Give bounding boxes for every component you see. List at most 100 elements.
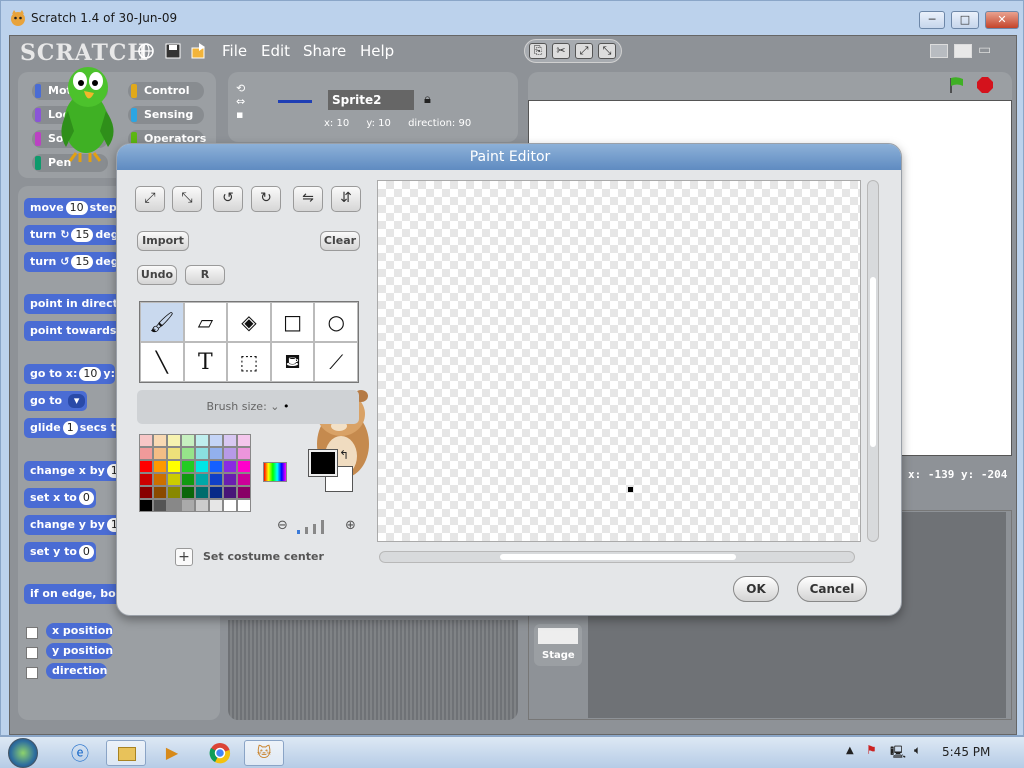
vertical-scrollbar[interactable] <box>867 180 879 542</box>
category-control[interactable]: Control <box>128 82 204 100</box>
menu-help[interactable]: Help <box>360 42 394 60</box>
stage-thumbnail[interactable]: Stage <box>534 624 582 666</box>
block-set-x[interactable]: set x to 0 <box>24 488 96 508</box>
color-swatch[interactable] <box>209 473 223 486</box>
x-position-checkbox[interactable] <box>26 627 38 639</box>
ok-button[interactable]: OK <box>733 576 779 602</box>
shrink-icon[interactable]: ⤡ <box>598 43 616 59</box>
rotate-cw-icon[interactable]: ↻ <box>251 186 281 212</box>
color-palette[interactable] <box>139 434 257 536</box>
color-swatch[interactable] <box>223 486 237 499</box>
color-swatch[interactable] <box>237 486 251 499</box>
target-dropdown[interactable]: ▾ <box>67 394 86 408</box>
color-swatch[interactable] <box>167 460 181 473</box>
menu-file[interactable]: File <box>222 42 247 60</box>
color-swatch[interactable] <box>181 486 195 499</box>
color-swatch[interactable] <box>223 460 237 473</box>
scratch-taskbar-icon[interactable]: 🐱︎ <box>244 740 284 766</box>
color-swatch[interactable] <box>153 473 167 486</box>
close-button[interactable]: ✕ <box>985 11 1019 29</box>
block-move[interactable]: move 10 steps <box>24 198 124 218</box>
minimize-button[interactable]: ─ <box>919 11 945 29</box>
color-swatch[interactable] <box>223 499 237 512</box>
color-swatch[interactable] <box>181 499 195 512</box>
cut-icon[interactable]: ✂ <box>552 43 570 59</box>
block-point-direction[interactable]: point in directio <box>24 294 130 314</box>
paintbrush-icon[interactable]: 🖌︎ <box>140 302 184 342</box>
color-swatch[interactable] <box>223 447 237 460</box>
color-swatch[interactable] <box>195 447 209 460</box>
color-swatch[interactable] <box>139 473 153 486</box>
text-icon[interactable]: T <box>183 342 228 382</box>
chevron-down-icon[interactable]: ⌄ <box>270 400 279 413</box>
maximize-button[interactable]: □ <box>951 11 979 29</box>
color-swatch[interactable] <box>181 460 195 473</box>
flip-vertical-icon[interactable]: ⇵ <box>331 186 361 212</box>
color-swatch[interactable] <box>209 460 223 473</box>
foreground-color-swatch[interactable] <box>308 449 338 477</box>
color-swatch[interactable] <box>139 499 153 512</box>
undo-button[interactable]: Undo <box>137 265 177 285</box>
color-swatch[interactable] <box>139 460 153 473</box>
color-swatch[interactable] <box>237 447 251 460</box>
block-goto-xy[interactable]: go to x: 10 y: <box>24 364 115 384</box>
block-change-y[interactable]: change y by10 <box>24 515 131 535</box>
rotation-style-icons[interactable]: ⟲ ⇔ ▪ <box>236 82 245 121</box>
block-turn-ccw[interactable]: turn ↺ 15 deg <box>24 252 119 272</box>
direction-checkbox[interactable] <box>26 667 38 679</box>
zoom-out-icon[interactable]: ⊖ <box>277 518 288 533</box>
block-set-y[interactable]: set y to 0 <box>24 542 96 562</box>
color-swatch[interactable] <box>181 434 195 447</box>
color-swatch[interactable] <box>237 460 251 473</box>
color-swatch[interactable] <box>195 473 209 486</box>
scroll-thumb[interactable] <box>870 277 876 447</box>
block-turn-cw[interactable]: turn ↻ 15 deg <box>24 225 119 245</box>
stop-sign-icon[interactable] <box>976 76 994 94</box>
color-swatch[interactable] <box>195 499 209 512</box>
lock-icon[interactable]: 🔒︎ <box>424 92 431 107</box>
sprite-name-field[interactable]: Sprite2 <box>328 90 414 110</box>
color-swatch[interactable] <box>167 447 181 460</box>
block-change-x[interactable]: change x by10 <box>24 461 131 481</box>
reporter-y-position[interactable]: y position <box>46 643 114 659</box>
color-swatch[interactable] <box>153 447 167 460</box>
brush-size-bar[interactable]: Brush size: ⌄ • <box>137 390 359 424</box>
block-goto[interactable]: go to ▾ <box>24 391 88 411</box>
block-input[interactable]: 10 <box>79 367 102 381</box>
block-input[interactable]: 10 <box>65 201 88 215</box>
color-swatch[interactable] <box>139 447 153 460</box>
fill-icon[interactable]: ◈ <box>227 302 271 342</box>
block-input[interactable]: 15 <box>71 255 94 269</box>
shrink-canvas-icon[interactable]: ⤡ <box>172 186 202 212</box>
save-icon[interactable] <box>164 42 182 60</box>
block-input[interactable]: 1 <box>62 421 78 435</box>
block-input[interactable]: 15 <box>71 228 94 242</box>
set-center-icon[interactable]: + <box>175 548 193 566</box>
share-icon[interactable] <box>190 42 208 60</box>
color-swatch[interactable] <box>153 499 167 512</box>
set-costume-center-label[interactable]: Set costume center <box>203 550 324 563</box>
block-input[interactable]: 0 <box>78 491 94 505</box>
green-flag-icon[interactable] <box>948 76 966 94</box>
color-swatch[interactable] <box>139 486 153 499</box>
action-center-icon[interactable]: ⚑ <box>866 743 877 757</box>
color-swatch[interactable] <box>209 499 223 512</box>
color-swatch[interactable] <box>237 473 251 486</box>
redo-button[interactable]: R <box>185 265 225 285</box>
color-swatch[interactable] <box>153 486 167 499</box>
color-swatch[interactable] <box>223 434 237 447</box>
small-stage-icon[interactable] <box>930 44 948 58</box>
color-swatch[interactable] <box>153 460 167 473</box>
chrome-icon[interactable] <box>209 742 231 764</box>
color-swatch[interactable] <box>237 434 251 447</box>
color-swatch[interactable] <box>167 499 181 512</box>
presentation-icon[interactable]: ▭ <box>978 43 996 58</box>
reporter-x-position[interactable]: x position <box>46 623 114 639</box>
reporter-direction[interactable]: direction <box>46 663 108 679</box>
flip-horizontal-icon[interactable]: ⇋ <box>293 186 323 212</box>
start-button[interactable] <box>8 738 38 768</box>
block-glide[interactable]: glide 1 secs to <box>24 418 124 438</box>
scroll-thumb[interactable] <box>500 554 736 560</box>
clear-button[interactable]: Clear <box>320 231 360 251</box>
color-swatch[interactable] <box>209 447 223 460</box>
